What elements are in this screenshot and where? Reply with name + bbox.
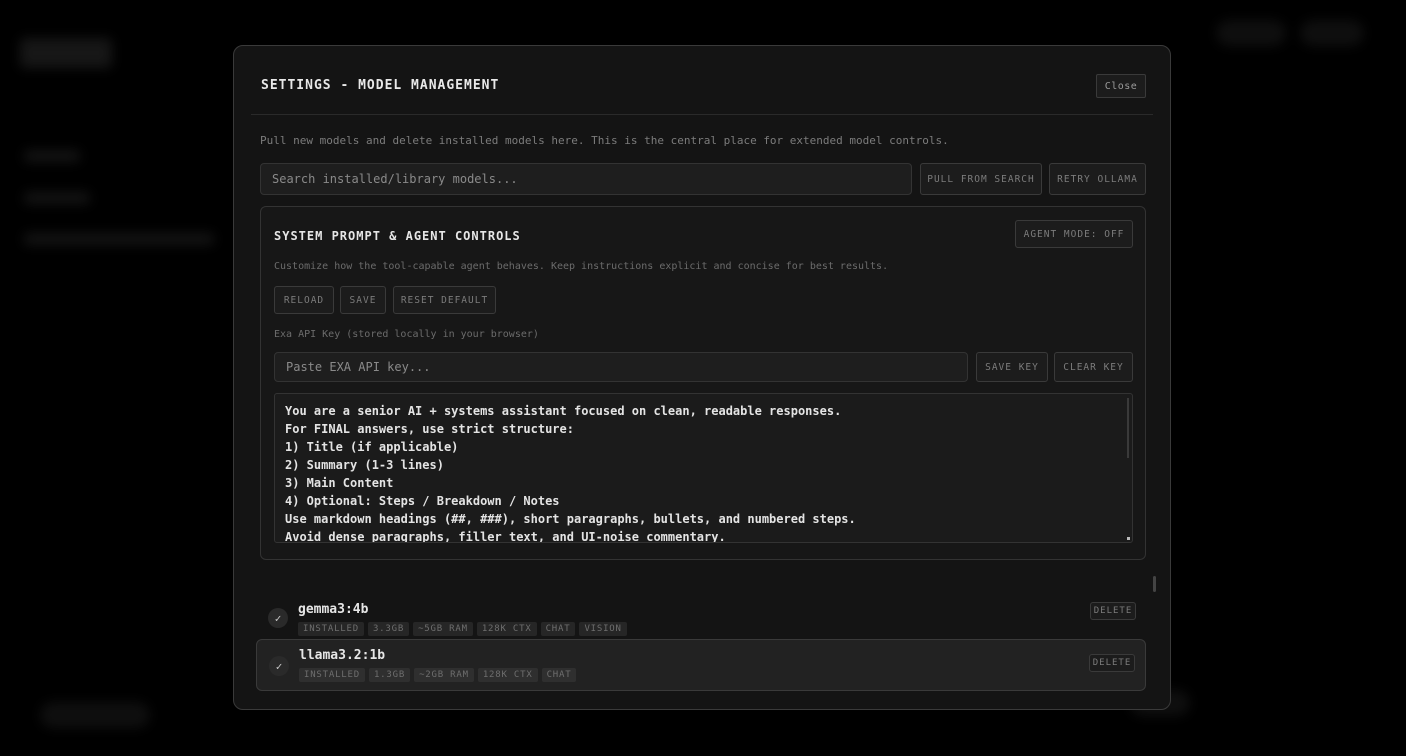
model-tag: INSTALLED	[298, 622, 364, 636]
delete-model-button[interactable]: DELETE	[1090, 602, 1136, 620]
prompt-line: For FINAL answers, use strict structure:	[285, 422, 574, 436]
model-row[interactable]: ✓ gemma3:4b INSTALLED 3.3GB ~5GB RAM 128…	[256, 586, 1146, 638]
settings-modal: SETTINGS - MODEL MANAGEMENT Close Pull n…	[233, 45, 1171, 710]
model-tag: 128K CTX	[477, 668, 538, 682]
close-button[interactable]: Close	[1096, 74, 1146, 98]
background-nav-item	[24, 192, 90, 204]
prompt-line: You are a senior AI + systems assistant …	[285, 404, 842, 418]
background-nav-item	[24, 150, 80, 162]
save-key-button[interactable]: SAVE KEY	[976, 352, 1048, 382]
check-icon: ✓	[268, 608, 288, 628]
prompt-line: Avoid dense paragraphs, filler text, and…	[285, 530, 726, 543]
agent-controls-panel: SYSTEM PROMPT & AGENT CONTROLS AGENT MOD…	[260, 206, 1146, 560]
model-tag: 1.3GB	[368, 668, 411, 682]
modal-header: SETTINGS - MODEL MANAGEMENT	[251, 46, 1153, 115]
prompt-line: 4) Optional: Steps / Breakdown / Notes	[285, 494, 560, 508]
modal-intro-text: Pull new models and delete installed mod…	[260, 134, 949, 147]
textarea-scrollbar[interactable]	[1127, 398, 1129, 458]
reset-default-button[interactable]: RESET DEFAULT	[393, 286, 496, 314]
model-tag: VISION	[579, 622, 627, 636]
textarea-resize-handle[interactable]	[1127, 537, 1130, 540]
model-tag: ~5GB RAM	[413, 622, 473, 636]
prompt-line: 2) Summary (1-3 lines)	[285, 458, 444, 472]
agent-panel-description: Customize how the tool-capable agent beh…	[274, 261, 889, 272]
background-header-pill	[1300, 20, 1364, 46]
model-search-input[interactable]	[260, 163, 912, 195]
model-tags: INSTALLED 1.3GB ~2GB RAM 128K CTX CHAT	[299, 668, 577, 682]
retry-ollama-button[interactable]: RETRY OLLAMA	[1049, 163, 1146, 195]
model-tag: 3.3GB	[367, 622, 410, 636]
model-row[interactable]: ✓ llama3.2:1b INSTALLED 1.3GB ~2GB RAM 1…	[256, 639, 1146, 691]
clear-key-button[interactable]: CLEAR KEY	[1054, 352, 1133, 382]
model-name: gemma3:4b	[298, 602, 369, 617]
model-tag: INSTALLED	[299, 668, 365, 682]
prompt-line: 3) Main Content	[285, 476, 394, 490]
api-key-label: Exa API Key (stored locally in your brow…	[274, 329, 539, 340]
model-list-scrollbar[interactable]	[1153, 576, 1156, 592]
background-logo	[20, 38, 112, 68]
prompt-line: 1) Title (if applicable)	[285, 440, 459, 454]
model-list: ✓ gemma3:4b INSTALLED 3.3GB ~5GB RAM 128…	[256, 576, 1148, 709]
pull-from-search-button[interactable]: PULL FROM SEARCH	[920, 163, 1042, 195]
background-nav-item	[24, 233, 214, 245]
model-tag: CHAT	[541, 668, 577, 682]
reload-button[interactable]: RELOAD	[274, 286, 334, 314]
background-header-pill	[1216, 20, 1286, 46]
modal-title: SETTINGS - MODEL MANAGEMENT	[261, 78, 500, 93]
system-prompt-textarea[interactable]: You are a senior AI + systems assistant …	[274, 393, 1133, 543]
model-tag: 128K CTX	[476, 622, 537, 636]
prompt-line: Use markdown headings (##, ###), short p…	[285, 512, 856, 526]
model-tag: ~2GB RAM	[414, 668, 474, 682]
model-name: llama3.2:1b	[299, 648, 386, 663]
model-tag: CHAT	[540, 622, 576, 636]
save-prompt-button[interactable]: SAVE	[340, 286, 386, 314]
model-tags: INSTALLED 3.3GB ~5GB RAM 128K CTX CHAT V…	[298, 622, 627, 636]
agent-mode-toggle[interactable]: AGENT MODE: OFF	[1015, 220, 1133, 248]
background-footer-pill	[40, 702, 150, 728]
exa-api-key-input[interactable]	[274, 352, 968, 382]
check-icon: ✓	[269, 656, 289, 676]
delete-model-button[interactable]: DELETE	[1089, 654, 1135, 672]
agent-panel-title: SYSTEM PROMPT & AGENT CONTROLS	[274, 229, 521, 243]
